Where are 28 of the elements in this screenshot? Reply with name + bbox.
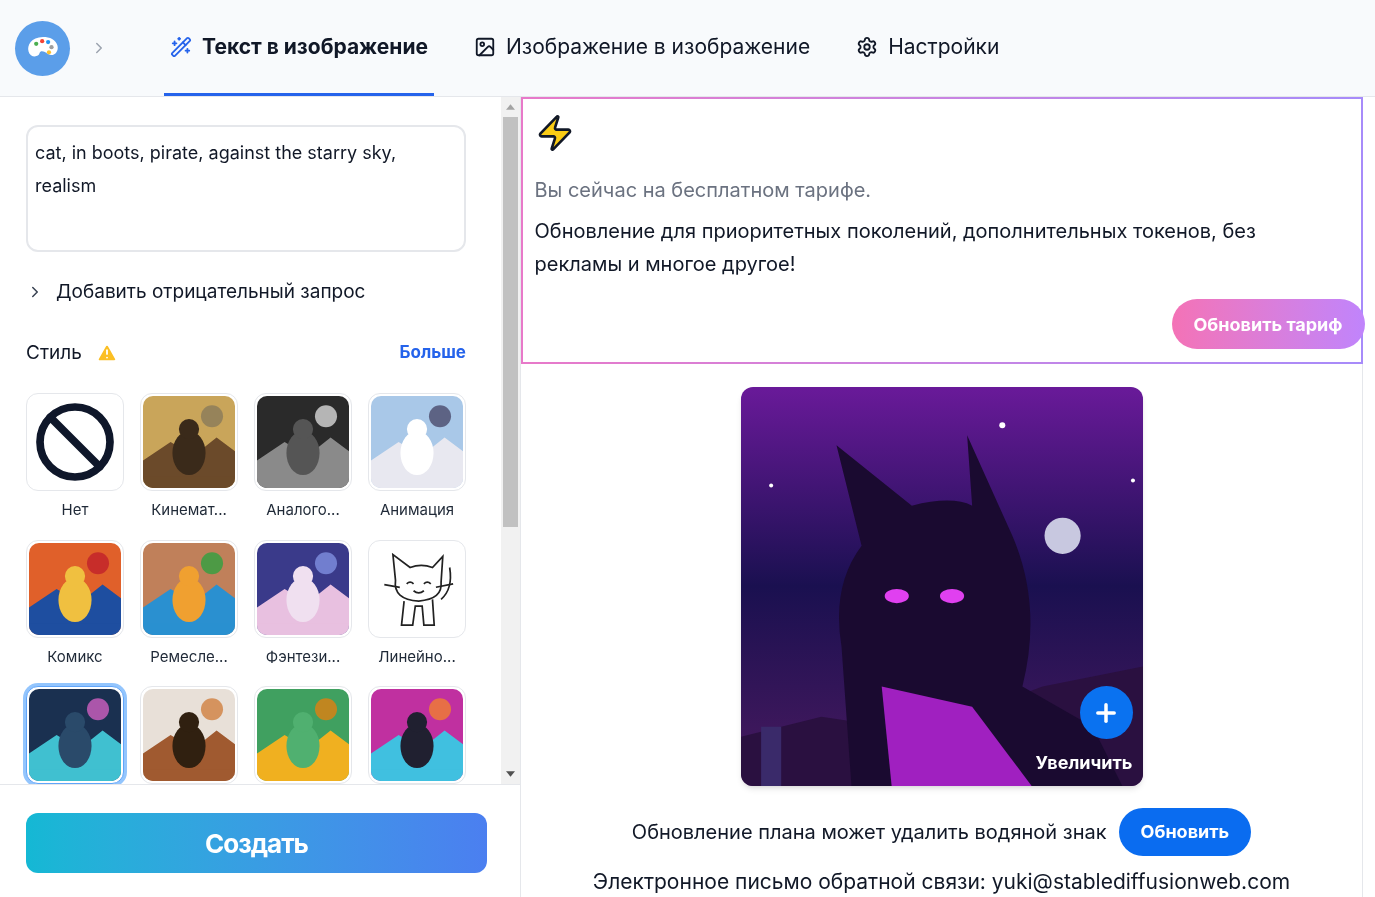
nav-tab[interactable]: Изображение в изображение [468, 0, 817, 96]
style-label: Ремесле... [150, 645, 228, 668]
style-heading: Стиль [26, 339, 82, 366]
settings-icon [856, 35, 879, 58]
scrollbar[interactable] [501, 97, 520, 784]
prompt-field[interactable]: cat, in boots, pirate, against the starry sky, realism [26, 125, 466, 252]
feedback-email-text: Электронное письмо обратной связи: yuki@stablediffusionweb.com [592, 867, 1291, 896]
style-label: Нет [61, 499, 89, 521]
style-label: Линейно... [378, 645, 456, 668]
nav-tab[interactable]: Настройки [850, 0, 1006, 96]
style-label: Аналого... [266, 499, 340, 521]
logo-icon[interactable] [15, 20, 70, 76]
style-label: Комикс [47, 645, 103, 668]
plan-status-text: Вы сейчас на бесплатном тарифе. [534, 177, 873, 204]
scroll-down-icon[interactable] [506, 771, 515, 777]
style-label: Анимация [379, 499, 455, 521]
none-icon [33, 400, 117, 484]
negative-prompt-toggle[interactable]: Добавить отрицательный запрос [26, 278, 475, 307]
upgrade-description: Обновление для приоритетных поколений, дополнительных токенов, без рекламы и многое другое! [534, 218, 1257, 278]
watermark-note: Обновление плана может удалить водяной знак [631, 818, 1107, 846]
image-icon [474, 35, 496, 58]
style-label: Кинемат... [151, 499, 227, 521]
magic-wand-icon [170, 35, 192, 58]
zoom-label: Увеличить [1035, 751, 1133, 776]
more-link[interactable]: Больше [399, 340, 466, 366]
style-label: Фэнтези... [265, 645, 341, 668]
update-button[interactable]: Обновить [1118, 807, 1252, 856]
nav-tab[interactable]: Текст в изображение [164, 0, 434, 96]
